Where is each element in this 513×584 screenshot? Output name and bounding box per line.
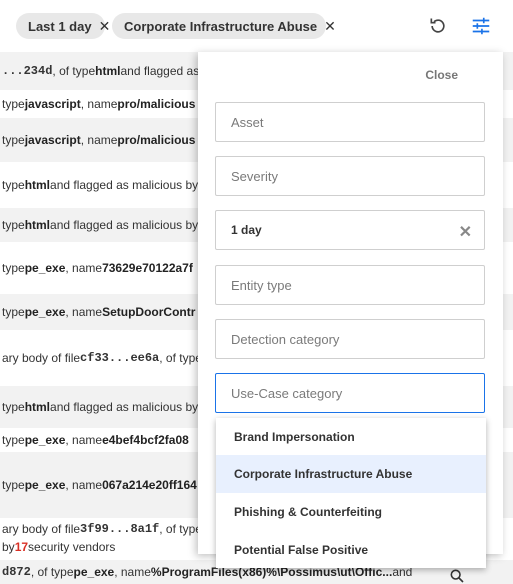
- row-type: pe_exe: [24, 305, 66, 319]
- field-placeholder: Use-Case category: [231, 385, 343, 401]
- dropdown-option[interactable]: Brand Impersonation: [216, 418, 486, 456]
- field-placeholder: Asset: [231, 114, 264, 130]
- row-type: javascript: [24, 97, 81, 111]
- row-type: pe_exe: [73, 565, 115, 579]
- row-type: html: [24, 400, 51, 414]
- row-type: javascript: [24, 133, 81, 147]
- field-placeholder: Severity: [231, 168, 278, 184]
- row-text: and flagged as malicious by: [50, 218, 199, 232]
- hash-text: ...234d: [2, 64, 53, 78]
- row-type: pe_exe: [24, 478, 66, 492]
- row-type: pe_exe: [24, 261, 66, 275]
- row-name: 73629e70122a7f: [102, 261, 193, 275]
- row-text: , of type: [159, 351, 202, 365]
- row-type: html: [24, 178, 51, 192]
- remove-icon[interactable]: ✕: [324, 18, 336, 35]
- tune-icon[interactable]: [469, 14, 493, 38]
- row-text: and flagged as: [120, 64, 200, 78]
- row-text: type: [2, 400, 25, 414]
- row-text: type: [2, 178, 25, 192]
- row-name: pro/malicious: [117, 133, 196, 147]
- row-text: , of type: [30, 565, 74, 579]
- asset-field[interactable]: Asset: [215, 102, 485, 142]
- clear-icon[interactable]: ✕: [459, 222, 472, 242]
- option-label: Corporate Infrastructure Abuse: [234, 467, 413, 481]
- hash-text: cf33...ee6a: [80, 351, 160, 365]
- option-label: Phishing & Counterfeiting: [234, 505, 382, 519]
- row-type: html: [24, 218, 51, 232]
- time-range-field[interactable]: 1 day ✕: [215, 210, 485, 250]
- remove-icon[interactable]: ✕: [99, 18, 111, 35]
- row-text: ary body of file: [2, 522, 81, 536]
- row-text: , of type: [159, 522, 202, 536]
- dropdown-option-selected[interactable]: Corporate Infrastructure Abuse: [216, 455, 486, 493]
- hash-text: d872: [2, 565, 31, 579]
- row-text: by: [2, 540, 15, 554]
- row-text: and flagged as malicious by: [50, 178, 199, 192]
- search-icon[interactable]: [449, 568, 465, 584]
- row-text: type: [2, 218, 25, 232]
- row-name: SetupDoorContr: [102, 305, 196, 319]
- entity-type-field[interactable]: Entity type: [215, 265, 485, 305]
- row-text: , name: [65, 478, 103, 492]
- row-name: pro/malicious: [117, 97, 196, 111]
- filter-chip-use-case[interactable]: Corporate Infrastructure Abuse ✕: [112, 13, 336, 39]
- row-text: type: [2, 261, 25, 275]
- option-label: Brand Impersonation: [234, 430, 355, 444]
- row-text: , name: [114, 565, 151, 579]
- row-text: ary body of file: [2, 351, 81, 365]
- filter-chip-time[interactable]: Last 1 day ✕: [16, 13, 110, 39]
- row-text: type: [2, 305, 25, 319]
- field-placeholder: Entity type: [231, 277, 292, 293]
- use-case-category-field[interactable]: Use-Case category: [215, 373, 485, 413]
- row-name: e4bef4bcf2fa08: [102, 433, 189, 447]
- row-type: pe_exe: [24, 433, 66, 447]
- row-name: 067a214e20ff164: [102, 478, 197, 492]
- row-text: , name: [65, 305, 103, 319]
- row-text: security vendors: [28, 540, 116, 554]
- row-type: html: [95, 64, 121, 78]
- refresh-icon[interactable]: [426, 14, 450, 38]
- row-text: type: [2, 478, 25, 492]
- hash-text: 3f99...8a1f: [80, 522, 160, 536]
- row-text: and flagged as malicious by: [50, 400, 199, 414]
- row-text: type: [2, 97, 25, 111]
- row-text: type: [2, 133, 25, 147]
- filter-chip-label: Last 1 day: [28, 18, 92, 34]
- row-text: , name: [80, 97, 118, 111]
- filter-chip-label: Corporate Infrastructure Abuse: [124, 18, 318, 34]
- detection-category-field[interactable]: Detection category: [215, 319, 485, 359]
- severity-field[interactable]: Severity: [215, 156, 485, 196]
- option-label: Potential False Positive: [234, 543, 369, 557]
- vendor-count: 17: [14, 540, 29, 554]
- row-text: , name: [65, 433, 103, 447]
- dropdown-option[interactable]: Potential False Positive: [216, 531, 486, 569]
- field-placeholder: Detection category: [231, 331, 340, 347]
- row-text: , name: [65, 261, 103, 275]
- field-value: 1 day: [231, 223, 262, 237]
- row-text: , of type: [52, 64, 96, 78]
- row-text: , name: [80, 133, 118, 147]
- close-button[interactable]: Close: [425, 68, 458, 82]
- dropdown-option[interactable]: Phishing & Counterfeiting: [216, 493, 486, 531]
- filter-bar: Last 1 day ✕ Corporate Infrastructure Ab…: [0, 0, 513, 52]
- row-text: type: [2, 433, 25, 447]
- use-case-dropdown: Brand Impersonation Corporate Infrastruc…: [216, 418, 486, 568]
